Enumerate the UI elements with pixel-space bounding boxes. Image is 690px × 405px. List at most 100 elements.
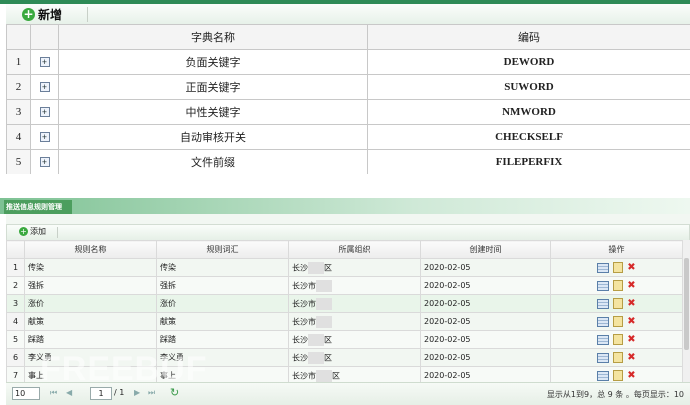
row-expander[interactable]: + (31, 50, 59, 75)
operation-cell: ✖ (551, 259, 683, 277)
redacted-block (316, 370, 332, 382)
delete-icon[interactable]: ✖ (627, 353, 635, 363)
delete-icon[interactable]: ✖ (627, 263, 635, 273)
view-icon[interactable] (597, 371, 609, 381)
redacted-block (316, 298, 332, 310)
created-cell: 2020-02-05 (421, 259, 551, 277)
edit-icon[interactable] (613, 370, 623, 381)
dict-code-cell: SUWORD (368, 75, 690, 100)
next-page-icon[interactable]: ▶ (134, 388, 140, 397)
dict-empty-area (6, 174, 690, 198)
edit-icon[interactable] (613, 316, 623, 327)
view-icon[interactable] (597, 353, 609, 363)
plus-icon: + (22, 8, 35, 21)
delete-icon[interactable]: ✖ (627, 281, 635, 291)
org-cell: 长沙区 (289, 349, 421, 367)
dict-code-cell: FILEPERFIX (368, 150, 690, 175)
dict-code-cell: DEWORD (368, 50, 690, 75)
table-row[interactable]: 1 + 负面关键字 DEWORD (7, 50, 690, 75)
table-row[interactable]: 4 献策 献策 长沙市 2020-02-05 ✖ (7, 313, 683, 331)
rule-word-cell: 涨价 (157, 295, 289, 313)
edit-icon[interactable] (613, 280, 623, 291)
add-button-label: 新增 (38, 6, 62, 23)
org-prefix: 长沙 (292, 335, 308, 344)
delete-icon[interactable]: ✖ (627, 317, 635, 327)
view-icon[interactable] (597, 335, 609, 345)
expand-icon[interactable]: + (40, 82, 50, 92)
dict-name-header: 字典名称 (59, 25, 368, 50)
view-icon[interactable] (597, 299, 609, 309)
rule-word-cell: 踩踏 (157, 331, 289, 349)
push-rules-panel-title: 推送信息规则管理 (4, 200, 72, 214)
table-row[interactable]: 2 强拆 强拆 长沙市 2020-02-05 ✖ (7, 277, 683, 295)
edit-icon[interactable] (613, 334, 623, 345)
page-size-select[interactable]: 10 (12, 387, 40, 400)
org-cell: 长沙市 (289, 277, 421, 295)
rule-word-header[interactable]: 规则词汇 (157, 241, 289, 259)
row-number: 5 (7, 331, 25, 349)
expand-icon[interactable]: + (40, 57, 50, 67)
edit-icon[interactable] (613, 262, 623, 273)
table-row[interactable]: 3 + 中性关键字 NMWORD (7, 100, 690, 125)
vertical-scrollbar[interactable] (682, 240, 690, 382)
created-cell: 2020-02-05 (421, 331, 551, 349)
delete-icon[interactable]: ✖ (627, 371, 635, 381)
dict-name-cell: 文件前缀 (59, 150, 368, 175)
prev-page-icon[interactable]: ◀ (66, 388, 72, 397)
delete-icon[interactable]: ✖ (627, 299, 635, 309)
table-row[interactable]: 2 + 正面关键字 SUWORD (7, 75, 690, 100)
delete-icon[interactable]: ✖ (627, 335, 635, 345)
rule-name-cell: 传染 (25, 259, 157, 277)
row-expander[interactable]: + (31, 150, 59, 175)
total-pages: / 1 (114, 388, 124, 397)
redacted-block (308, 334, 324, 346)
expand-icon[interactable]: + (40, 157, 50, 167)
rule-word-cell: 传染 (157, 259, 289, 277)
table-row[interactable]: 1 传染 传染 长沙区 2020-02-05 ✖ (7, 259, 683, 277)
rule-name-cell: 涨价 (25, 295, 157, 313)
table-row[interactable]: 5 + 文件前缀 FILEPERFIX (7, 150, 690, 175)
rule-word-cell: 强拆 (157, 277, 289, 295)
created-header[interactable]: 创建时间 (421, 241, 551, 259)
view-icon[interactable] (597, 281, 609, 291)
row-number: 2 (7, 75, 31, 100)
table-header-row: 字典名称 编码 (7, 25, 690, 50)
org-cell: 长沙市 (289, 313, 421, 331)
org-cell: 长沙市 (289, 295, 421, 313)
row-expander[interactable]: + (31, 125, 59, 150)
expand-icon[interactable]: + (40, 107, 50, 117)
rule-word-cell: 献策 (157, 313, 289, 331)
row-expander[interactable]: + (31, 100, 59, 125)
add-button[interactable]: + 新增 (22, 5, 62, 23)
org-cell: 长沙区 (289, 331, 421, 349)
last-page-icon[interactable]: ⏭ (148, 388, 155, 398)
scrollbar-thumb[interactable] (684, 258, 689, 350)
org-header[interactable]: 所属组织 (289, 241, 421, 259)
org-suffix: 区 (324, 353, 332, 362)
view-icon[interactable] (597, 317, 609, 327)
created-cell: 2020-02-05 (421, 313, 551, 331)
org-prefix: 长沙市 (292, 371, 316, 380)
row-expander[interactable]: + (31, 75, 59, 100)
row-number: 4 (7, 313, 25, 331)
dictionary-table: 字典名称 编码 1 + 负面关键字 DEWORD 2 + 正面关键字 SUWOR… (6, 24, 690, 175)
first-page-icon[interactable]: ⏮ (50, 388, 57, 398)
pagination-info: 显示从1到9，总 9 条 。每页显示：10 (547, 389, 684, 400)
expand-icon[interactable]: + (40, 132, 50, 142)
table-row[interactable]: 5 踩踏 踩踏 长沙区 2020-02-05 ✖ (7, 331, 683, 349)
redacted-block (316, 316, 332, 328)
operation-header: 操作 (551, 241, 683, 259)
row-number: 1 (7, 259, 25, 277)
operation-cell: ✖ (551, 331, 683, 349)
dict-code-cell: CHECKSELF (368, 125, 690, 150)
org-suffix: 区 (332, 371, 340, 380)
rule-name-header[interactable]: 规则名称 (25, 241, 157, 259)
table-row[interactable]: 3 涨价 涨价 长沙市 2020-02-05 ✖ (7, 295, 683, 313)
org-prefix: 长沙市 (292, 299, 316, 308)
add-rule-button[interactable]: + 添加 (19, 226, 46, 237)
view-icon[interactable] (597, 263, 609, 273)
table-row[interactable]: 4 + 自动审核开关 CHECKSELF (7, 125, 690, 150)
add-rule-label: 添加 (30, 226, 46, 237)
edit-icon[interactable] (613, 352, 623, 363)
edit-icon[interactable] (613, 298, 623, 309)
